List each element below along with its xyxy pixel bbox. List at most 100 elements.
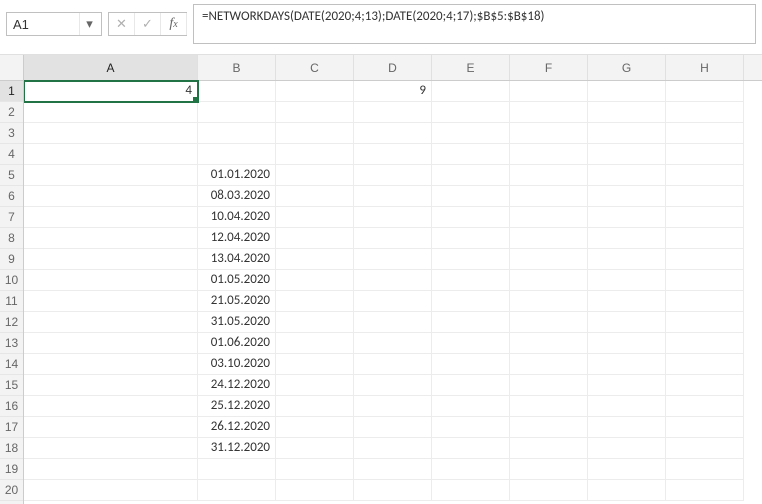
cell-g5[interactable]: [588, 165, 666, 186]
cell-e17[interactable]: [432, 417, 510, 438]
cell-c16[interactable]: [276, 396, 354, 417]
cell-a19[interactable]: [24, 459, 198, 480]
cell-b19[interactable]: [198, 459, 276, 480]
cell-h18[interactable]: [666, 438, 744, 459]
cell-e8[interactable]: [432, 228, 510, 249]
cell-h19[interactable]: [666, 459, 744, 480]
cell-g14[interactable]: [588, 354, 666, 375]
cell-d18[interactable]: [354, 438, 432, 459]
cell-e14[interactable]: [432, 354, 510, 375]
cell-h7[interactable]: [666, 207, 744, 228]
cell-b1[interactable]: [198, 81, 276, 102]
cell-c4[interactable]: [276, 144, 354, 165]
cell-g3[interactable]: [588, 123, 666, 144]
cell-a12[interactable]: [24, 312, 198, 333]
cell-c13[interactable]: [276, 333, 354, 354]
cell-c1[interactable]: [276, 81, 354, 102]
cell-d6[interactable]: [354, 186, 432, 207]
cell-b20[interactable]: [198, 480, 276, 501]
cell-c14[interactable]: [276, 354, 354, 375]
cell-h17[interactable]: [666, 417, 744, 438]
cell-e2[interactable]: [432, 102, 510, 123]
cell-f17[interactable]: [510, 417, 588, 438]
cell-f18[interactable]: [510, 438, 588, 459]
cell-b18[interactable]: 31.12.2020: [198, 438, 276, 459]
cell-e6[interactable]: [432, 186, 510, 207]
row-header-9[interactable]: 9: [0, 249, 23, 270]
cell-f11[interactable]: [510, 291, 588, 312]
row-header-17[interactable]: 17: [0, 417, 23, 438]
cell-c19[interactable]: [276, 459, 354, 480]
cell-g19[interactable]: [588, 459, 666, 480]
cell-h8[interactable]: [666, 228, 744, 249]
cell-h2[interactable]: [666, 102, 744, 123]
cell-f9[interactable]: [510, 249, 588, 270]
row-header-20[interactable]: 20: [0, 480, 23, 501]
cell-c20[interactable]: [276, 480, 354, 501]
cell-h16[interactable]: [666, 396, 744, 417]
cell-f12[interactable]: [510, 312, 588, 333]
cell-d2[interactable]: [354, 102, 432, 123]
cell-e7[interactable]: [432, 207, 510, 228]
cell-g20[interactable]: [588, 480, 666, 501]
cell-g16[interactable]: [588, 396, 666, 417]
cell-d1[interactable]: 9: [354, 81, 432, 102]
cell-g11[interactable]: [588, 291, 666, 312]
cell-g7[interactable]: [588, 207, 666, 228]
row-header-5[interactable]: 5: [0, 165, 23, 186]
cell-h15[interactable]: [666, 375, 744, 396]
select-all-corner[interactable]: [0, 55, 23, 81]
cell-a11[interactable]: [24, 291, 198, 312]
cell-h9[interactable]: [666, 249, 744, 270]
cell-g6[interactable]: [588, 186, 666, 207]
cell-d7[interactable]: [354, 207, 432, 228]
cell-e4[interactable]: [432, 144, 510, 165]
cell-h1[interactable]: [666, 81, 744, 102]
cell-c8[interactable]: [276, 228, 354, 249]
column-header-h[interactable]: H: [666, 55, 744, 80]
cell-b16[interactable]: 25.12.2020: [198, 396, 276, 417]
cell-a6[interactable]: [24, 186, 198, 207]
cell-e12[interactable]: [432, 312, 510, 333]
cell-g4[interactable]: [588, 144, 666, 165]
cell-c7[interactable]: [276, 207, 354, 228]
cell-e5[interactable]: [432, 165, 510, 186]
cell-a10[interactable]: [24, 270, 198, 291]
cell-h12[interactable]: [666, 312, 744, 333]
cell-d12[interactable]: [354, 312, 432, 333]
cell-d3[interactable]: [354, 123, 432, 144]
cell-d8[interactable]: [354, 228, 432, 249]
formula-input[interactable]: [194, 5, 755, 28]
row-header-1[interactable]: 1: [0, 81, 23, 102]
column-header-a[interactable]: A: [24, 55, 198, 80]
cell-b2[interactable]: [198, 102, 276, 123]
cell-f15[interactable]: [510, 375, 588, 396]
cell-a18[interactable]: [24, 438, 198, 459]
cell-b8[interactable]: 12.04.2020: [198, 228, 276, 249]
cell-b3[interactable]: [198, 123, 276, 144]
row-header-14[interactable]: 14: [0, 354, 23, 375]
cell-a4[interactable]: [24, 144, 198, 165]
cell-g17[interactable]: [588, 417, 666, 438]
cell-f10[interactable]: [510, 270, 588, 291]
column-header-d[interactable]: D: [354, 55, 432, 80]
cell-a8[interactable]: [24, 228, 198, 249]
cell-e16[interactable]: [432, 396, 510, 417]
row-header-19[interactable]: 19: [0, 459, 23, 480]
cell-a7[interactable]: [24, 207, 198, 228]
cell-c9[interactable]: [276, 249, 354, 270]
row-header-8[interactable]: 8: [0, 228, 23, 249]
cell-e19[interactable]: [432, 459, 510, 480]
cell-b13[interactable]: 01.06.2020: [198, 333, 276, 354]
cell-c18[interactable]: [276, 438, 354, 459]
cell-a13[interactable]: [24, 333, 198, 354]
cell-d4[interactable]: [354, 144, 432, 165]
cell-e18[interactable]: [432, 438, 510, 459]
cell-g1[interactable]: [588, 81, 666, 102]
cell-g2[interactable]: [588, 102, 666, 123]
cancel-button[interactable]: ✕: [109, 13, 135, 35]
cell-a14[interactable]: [24, 354, 198, 375]
cell-h5[interactable]: [666, 165, 744, 186]
cell-g9[interactable]: [588, 249, 666, 270]
cell-d20[interactable]: [354, 480, 432, 501]
